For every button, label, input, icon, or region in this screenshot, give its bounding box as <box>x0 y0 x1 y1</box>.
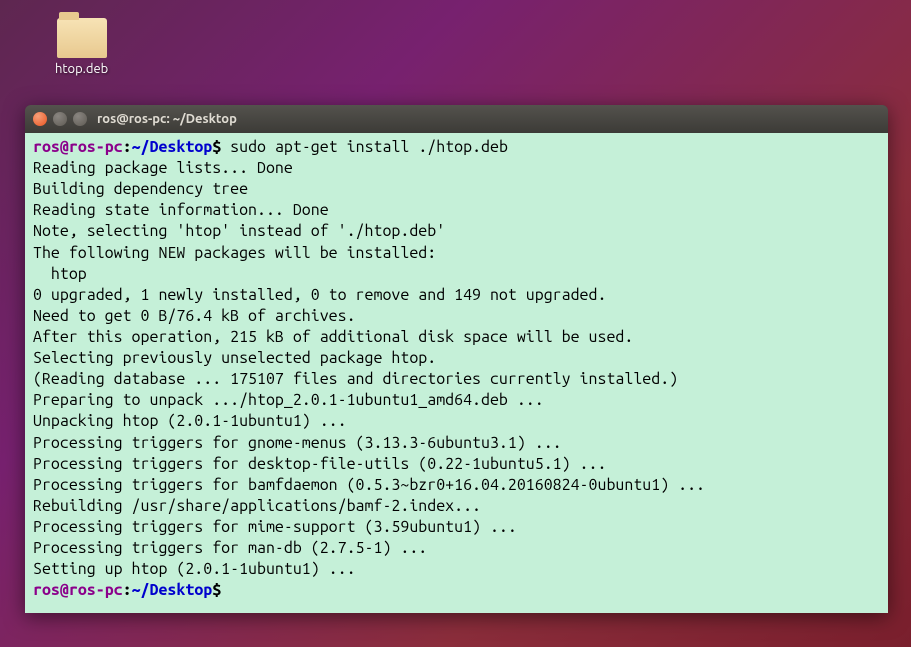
prompt-host-2: ros-pc <box>69 581 123 599</box>
command-text: sudo apt-get install ./htop.deb <box>221 138 508 156</box>
output-line: Selecting previously unselected package … <box>33 348 880 369</box>
output-line: Note, selecting 'htop' instead of './hto… <box>33 221 880 242</box>
output-line: Unpacking htop (2.0.1-1ubuntu1) ... <box>33 411 880 432</box>
terminal-body[interactable]: ros@ros-pc:~/Desktop$ sudo apt-get insta… <box>25 133 888 613</box>
output-line: The following NEW packages will be insta… <box>33 243 880 264</box>
prompt-user-2: ros <box>33 581 60 599</box>
prompt-dollar: $ <box>212 138 221 156</box>
terminal-window: ros@ros-pc: ~/Desktop ros@ros-pc:~/Deskt… <box>25 105 888 613</box>
output-line: Reading package lists... Done <box>33 158 880 179</box>
output-line: Rebuilding /usr/share/applications/bamf-… <box>33 496 880 517</box>
prompt-host: ros-pc <box>69 138 123 156</box>
prompt-dollar-2: $ <box>212 581 221 599</box>
output-line: (Reading database ... 175107 files and d… <box>33 369 880 390</box>
terminal-output: Reading package lists... DoneBuilding de… <box>33 158 880 580</box>
prompt-colon: : <box>123 138 132 156</box>
prompt-colon-2: : <box>123 581 132 599</box>
output-line: Processing triggers for bamfdaemon (0.5.… <box>33 475 880 496</box>
prompt-at-2: @ <box>60 581 69 599</box>
output-line: htop <box>33 264 880 285</box>
output-line: Building dependency tree <box>33 179 880 200</box>
prompt-path: ~/Desktop <box>132 138 213 156</box>
maximize-button[interactable] <box>73 112 87 126</box>
output-line: Processing triggers for gnome-menus (3.1… <box>33 433 880 454</box>
output-line: 0 upgraded, 1 newly installed, 0 to remo… <box>33 285 880 306</box>
window-buttons <box>33 112 87 126</box>
output-line: Reading state information... Done <box>33 200 880 221</box>
close-button[interactable] <box>33 112 47 126</box>
prompt-user: ros <box>33 138 60 156</box>
output-line: Processing triggers for mime-support (3.… <box>33 517 880 538</box>
output-line: Setting up htop (2.0.1-1ubuntu1) ... <box>33 559 880 580</box>
prompt-line-1: ros@ros-pc:~/Desktop$ sudo apt-get insta… <box>33 137 880 158</box>
package-icon <box>57 18 107 58</box>
prompt-path-2: ~/Desktop <box>132 581 213 599</box>
titlebar[interactable]: ros@ros-pc: ~/Desktop <box>25 105 888 133</box>
prompt-at: @ <box>60 138 69 156</box>
prompt-line-2: ros@ros-pc:~/Desktop$ <box>33 580 880 601</box>
output-line: Processing triggers for man-db (2.7.5-1)… <box>33 538 880 559</box>
window-title: ros@ros-pc: ~/Desktop <box>97 112 237 126</box>
output-line: Need to get 0 B/76.4 kB of archives. <box>33 306 880 327</box>
desktop-file-label: htop.deb <box>55 62 108 76</box>
output-line: Processing triggers for desktop-file-uti… <box>33 454 880 475</box>
output-line: Preparing to unpack .../htop_2.0.1-1ubun… <box>33 390 880 411</box>
output-line: After this operation, 215 kB of addition… <box>33 327 880 348</box>
desktop-file-icon[interactable]: htop.deb <box>55 18 108 76</box>
minimize-button[interactable] <box>53 112 67 126</box>
